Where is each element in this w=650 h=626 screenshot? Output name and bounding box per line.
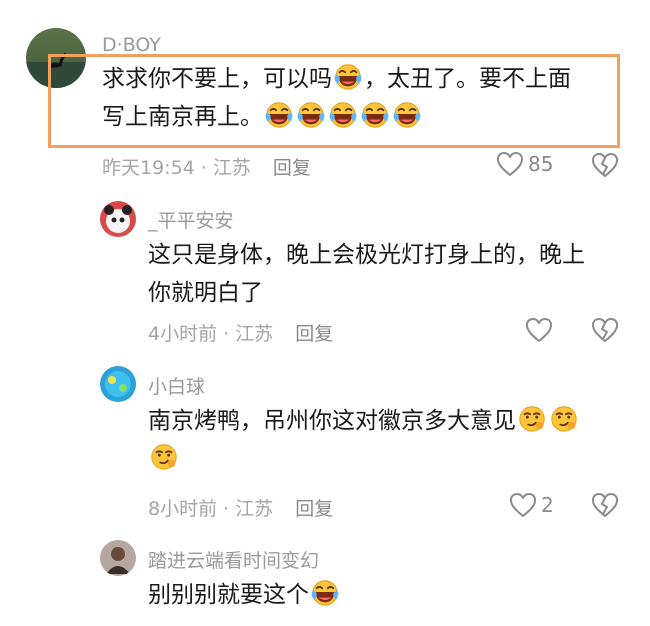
reply-button[interactable]: 回复: [295, 323, 333, 345]
heart-outline-icon: [525, 317, 553, 343]
comment-location: 江苏: [212, 157, 251, 179]
comment-text: 这只是身体，晚上会极光灯打身上的，晚上 你就明白了: [148, 236, 628, 312]
comment-text: 别别别就要这个: [148, 576, 628, 614]
reply-button[interactable]: 回复: [295, 498, 333, 520]
laugh-cry-emoji-icon: [328, 99, 358, 129]
smirk-emoji-icon: [549, 403, 579, 433]
comment-text-part: 求求你不要上，可以吗: [102, 66, 332, 92]
meta-separator: ·: [194, 157, 213, 179]
heart-outline-icon: [509, 492, 537, 518]
comment-time: 昨天19:54: [102, 157, 195, 179]
broken-heart-icon: [591, 492, 619, 518]
ball-avatar-icon: [105, 371, 131, 397]
laugh-cry-emoji-icon: [333, 61, 363, 91]
smirk-emoji-icon: [517, 403, 547, 433]
comment-text-part: 南京烤鸭，吊州你这对徽京多大意见: [148, 408, 516, 434]
avatar[interactable]: [100, 540, 136, 576]
broken-heart-icon: [591, 152, 619, 178]
like-count: 2: [541, 493, 554, 517]
meta-separator: ·: [217, 498, 236, 520]
comment-meta: 8小时前 · 江苏 回复: [148, 494, 333, 521]
laugh-cry-emoji-icon: [360, 99, 390, 129]
dislike-button[interactable]: [591, 492, 619, 518]
comment-text-part: 写上南京再上。: [102, 104, 263, 130]
laugh-cry-emoji-icon: [310, 577, 340, 607]
comment-location: 江苏: [235, 498, 274, 520]
comment-meta: 昨天19:54 · 江苏 回复: [102, 153, 311, 180]
like-button[interactable]: 2: [509, 492, 554, 518]
reply-button[interactable]: 回复: [273, 157, 311, 179]
dislike-button[interactable]: [591, 152, 619, 178]
broken-heart-icon: [591, 317, 619, 343]
laugh-cry-emoji-icon: [264, 99, 294, 129]
comment-time: 8小时前: [148, 498, 218, 520]
comment-time: 4小时前: [148, 323, 218, 345]
comment-text-part: 别别别就要这个: [148, 582, 309, 608]
comment-username[interactable]: _平平安安: [148, 206, 234, 233]
comment-meta: 4小时前 · 江苏 回复: [148, 319, 333, 346]
comment-username[interactable]: 踏进云端看时间变幻: [148, 546, 319, 573]
comment-location: 江苏: [235, 323, 274, 345]
like-button[interactable]: [525, 317, 553, 343]
comment-text-part: 你就明白了: [148, 280, 263, 306]
meta-separator: ·: [217, 323, 236, 345]
comment-text: 求求你不要上，可以吗 ，太丑了。要不上面 写上南京再上。: [102, 60, 622, 136]
dislike-button[interactable]: [591, 317, 619, 343]
comment-username[interactable]: 小白球: [148, 372, 205, 399]
like-count: 85: [528, 152, 554, 176]
heart-outline-icon: [496, 151, 524, 177]
like-button[interactable]: 85: [496, 151, 553, 177]
avatar[interactable]: [100, 201, 136, 237]
laugh-cry-emoji-icon: [296, 99, 326, 129]
comment-username[interactable]: D·BOY: [102, 34, 161, 56]
panda-avatar-icon: [104, 205, 132, 233]
comment-text-part: 这只是身体，晚上会极光灯打身上的，晚上: [148, 242, 585, 268]
smirk-emoji-icon: [149, 441, 179, 471]
laugh-cry-emoji-icon: [392, 99, 422, 129]
person-avatar-icon: [106, 547, 130, 574]
comment-text-part: ，太丑了。要不上面: [364, 66, 571, 92]
avatar[interactable]: [100, 366, 136, 402]
comment-text: 南京烤鸭，吊州你这对徽京多大意见: [148, 402, 628, 478]
